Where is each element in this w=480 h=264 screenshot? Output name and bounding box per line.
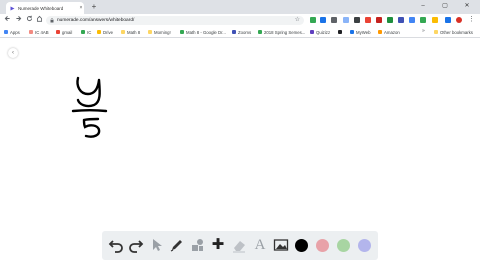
extension-icon[interactable] (310, 17, 316, 23)
drive-icon (180, 30, 184, 34)
shapes-icon[interactable] (189, 237, 205, 253)
back-button[interactable] (3, 15, 12, 25)
drive-icon (258, 30, 262, 34)
extension-icon[interactable] (376, 17, 382, 23)
extension-icon[interactable] (320, 17, 326, 23)
image-icon[interactable] (273, 237, 289, 253)
ink-stroke-fraction-bar (71, 109, 108, 113)
quizizz-icon (310, 30, 314, 34)
bookmark-folder[interactable]: Morning! (148, 28, 171, 36)
drive-icon (97, 30, 101, 34)
pen-icon[interactable] (169, 237, 185, 253)
bookmark-folder[interactable]: Math 8 (121, 28, 140, 36)
browser-menu-icon[interactable]: ⋮ (467, 15, 476, 25)
bookmark-item[interactable]: IC (81, 28, 91, 36)
bookmark-item[interactable]: Math 8 - Google Dr... (180, 28, 226, 36)
tab-title: Numerade Whiteboard (18, 5, 64, 11)
apps-icon (4, 30, 8, 34)
drawing-toolbar: ✚ A (102, 231, 378, 260)
navigation-bar: numerade.com/answers/whiteboard/ ☆ ⋮ (0, 14, 480, 27)
tab-close-icon[interactable]: × (78, 5, 84, 11)
gmail-icon (56, 30, 60, 34)
home-button[interactable] (35, 15, 44, 25)
bookmark-item[interactable]: Zooms (232, 28, 251, 36)
eraser-icon[interactable] (231, 237, 247, 253)
reload-button[interactable] (25, 15, 34, 25)
undo-icon[interactable] (108, 237, 124, 253)
extension-icon[interactable] (398, 17, 404, 23)
extension-icon[interactable] (343, 17, 349, 23)
address-bar[interactable]: numerade.com/answers/whiteboard/ ☆ (46, 16, 304, 25)
minimize-button[interactable]: – (412, 1, 434, 11)
folder-icon (121, 30, 125, 34)
redo-icon[interactable] (128, 237, 144, 253)
home-icon (36, 15, 43, 22)
text-tool-icon[interactable]: A (252, 237, 268, 253)
bookmark-item[interactable]: gmail (56, 28, 72, 36)
color-green-swatch[interactable] (337, 239, 350, 252)
plus-icon[interactable]: ✚ (210, 237, 226, 253)
browser-tab-strip: Numerade Whiteboard × + – ▢ ✕ (0, 0, 480, 14)
bookmark-item[interactable]: IC 4AB (29, 28, 49, 36)
extension-icon[interactable] (432, 17, 438, 23)
browser-tab[interactable]: Numerade Whiteboard × (6, 2, 84, 14)
bookmark-favicon-icon (338, 30, 342, 34)
folder-icon (148, 30, 152, 34)
color-lavender-swatch[interactable] (358, 239, 371, 252)
close-window-button[interactable]: ✕ (456, 1, 478, 11)
more-bookmarks-icon[interactable]: » (422, 28, 425, 34)
forward-arrow-icon (16, 16, 22, 21)
reload-icon (26, 15, 33, 22)
amazon-icon (378, 30, 382, 34)
bookmark-item[interactable] (338, 28, 344, 36)
bookmark-item[interactable]: MyWeb (350, 28, 371, 36)
bookmark-apps[interactable]: Apps (4, 28, 20, 36)
ink-stroke-y (76, 76, 101, 108)
extension-icon[interactable] (365, 17, 371, 23)
extension-icon[interactable] (387, 17, 393, 23)
bookmark-star-icon[interactable]: ☆ (295, 16, 300, 25)
handwritten-fraction (71, 76, 108, 138)
color-black-swatch[interactable] (295, 239, 308, 252)
lock-icon (50, 18, 54, 23)
extension-icon[interactable] (331, 17, 337, 23)
bookmark-item[interactable]: 2018 Spring Semes... (258, 28, 305, 36)
extension-icon[interactable] (445, 17, 451, 23)
bookmark-favicon-icon (350, 30, 354, 34)
numerade-logo-icon (10, 6, 15, 10)
bookmark-favicon-icon (29, 30, 33, 34)
back-arrow-icon (4, 16, 10, 21)
bookmark-item[interactable]: Amazon (378, 28, 400, 36)
ink-stroke-5 (82, 117, 101, 138)
folder-icon (434, 30, 438, 34)
other-bookmarks[interactable]: Other bookmarks (434, 28, 473, 36)
extension-icon[interactable] (409, 17, 415, 23)
new-tab-button[interactable]: + (89, 2, 99, 12)
pointer-icon[interactable] (149, 237, 165, 253)
extension-icon[interactable] (354, 17, 360, 23)
bookmark-item[interactable]: Quizizz (310, 28, 330, 36)
color-pink-swatch[interactable] (316, 239, 329, 252)
extension-icon[interactable] (420, 17, 426, 23)
maximize-button[interactable]: ▢ (434, 1, 456, 11)
profile-avatar[interactable] (456, 17, 462, 23)
bookmark-item[interactable]: Drive (97, 28, 113, 36)
collapse-panel-button[interactable]: ‹ (8, 48, 18, 58)
bookmarks-bar: Apps IC 4AB gmail IC Drive Math 8 Mornin… (0, 27, 480, 38)
bookmark-favicon-icon (81, 30, 85, 34)
forward-button[interactable] (14, 15, 23, 25)
bookmark-favicon-icon (232, 30, 236, 34)
url-text: numerade.com/answers/whiteboard/ (57, 18, 135, 23)
